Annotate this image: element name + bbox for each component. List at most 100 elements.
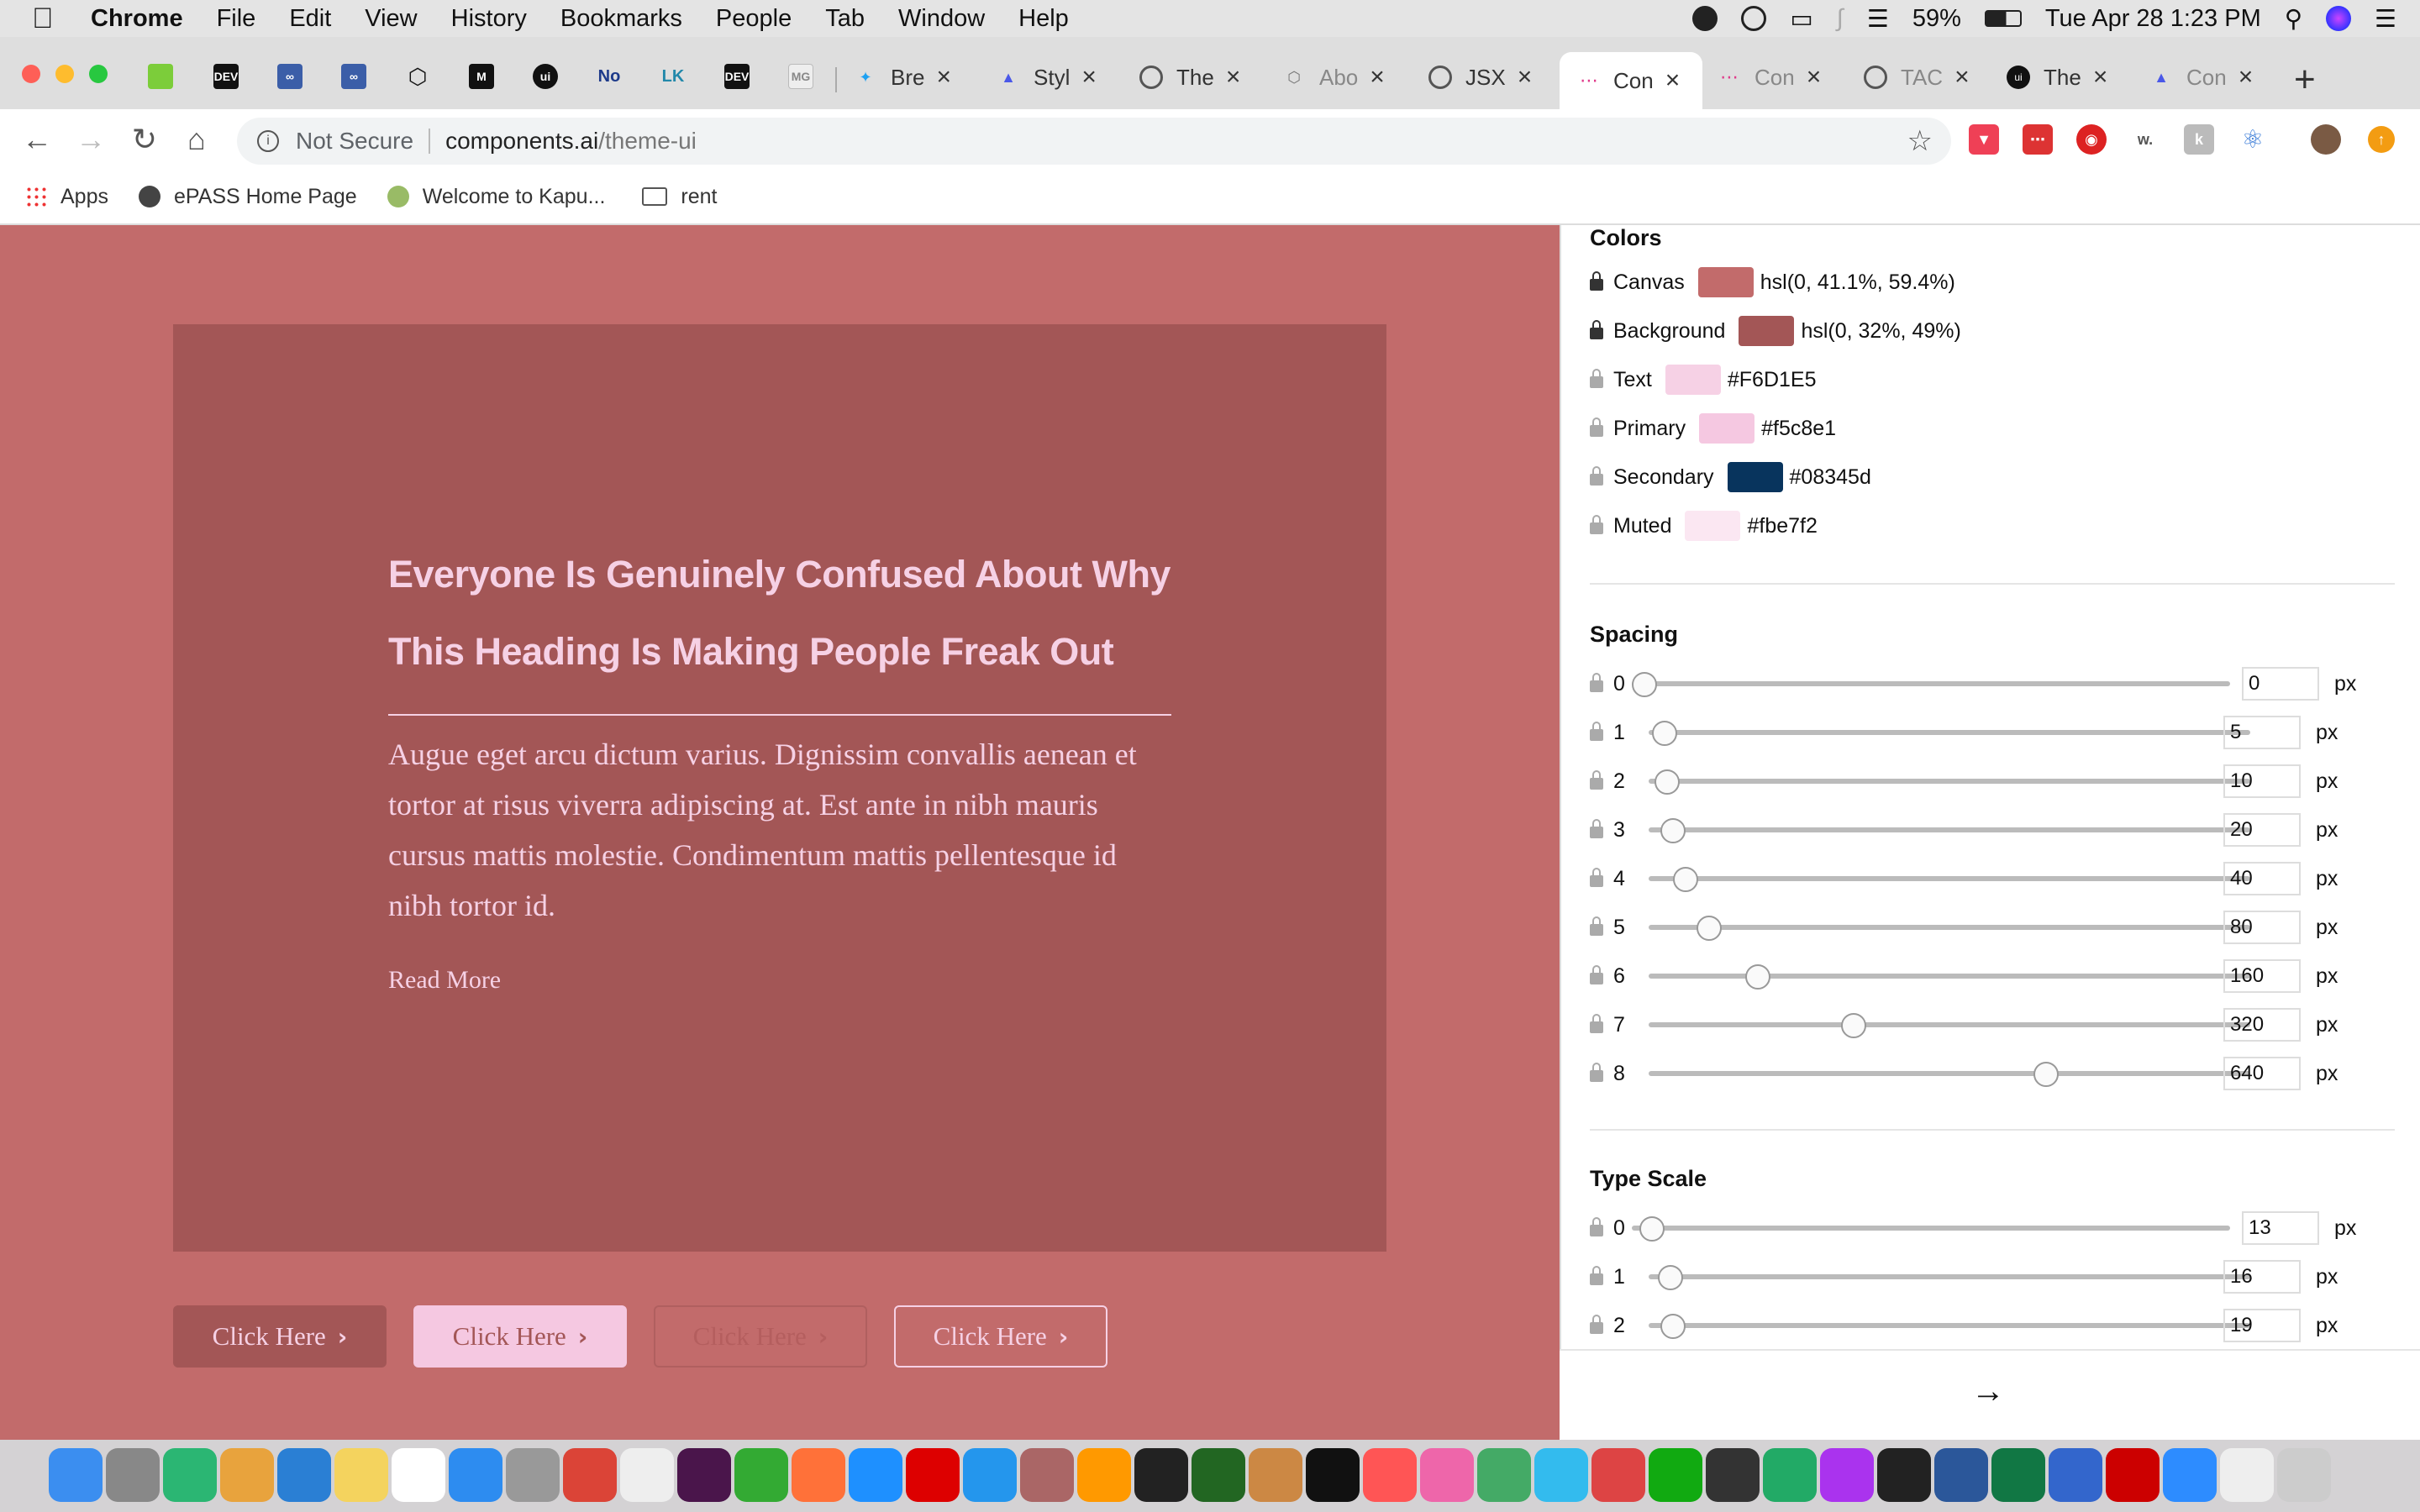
dock-app-icon[interactable] <box>1192 1448 1245 1502</box>
slider-track[interactable] <box>1649 730 2250 735</box>
lock-open-icon[interactable] <box>1590 965 1603 984</box>
slider-thumb[interactable] <box>1639 1216 1665 1242</box>
menu-file[interactable]: File <box>217 5 256 33</box>
slider-track[interactable] <box>1649 974 2250 979</box>
tab-close-icon[interactable]: × <box>2093 63 2108 92</box>
dock-app-icon[interactable] <box>106 1448 160 1502</box>
info-icon[interactable]: i <box>257 130 279 152</box>
tab-con-triangle[interactable]: ▲ Con × <box>2149 60 2275 94</box>
bookmark-apps[interactable]: Apps <box>25 185 108 209</box>
color-swatch[interactable] <box>1685 511 1741 541</box>
dock-app-icon[interactable] <box>1134 1448 1188 1502</box>
tab-close-icon[interactable]: × <box>1226 63 1241 92</box>
dock-app-icon[interactable] <box>1649 1448 1702 1502</box>
slider-thumb[interactable] <box>1744 964 1770 990</box>
dock-app-icon[interactable] <box>1077 1448 1131 1502</box>
window-close-button[interactable] <box>22 65 40 83</box>
notification-center-icon[interactable]: ☰ <box>2375 4 2396 34</box>
pinned-tab-lk-icon[interactable]: LK <box>660 64 686 89</box>
tab-tac[interactable]: TAC × <box>1864 60 1990 94</box>
slider-track[interactable] <box>1649 876 2250 881</box>
slider-thumb[interactable] <box>1672 867 1698 892</box>
creative-cloud-icon[interactable] <box>1692 6 1718 31</box>
color-row-secondary[interactable]: Secondary #08345d <box>1590 460 1871 494</box>
pocket-extension-icon[interactable]: ▼ <box>1969 124 1999 155</box>
lock-open-icon[interactable] <box>1590 1315 1603 1334</box>
pinned-tab-infinity-icon[interactable]: ∞ <box>277 64 302 89</box>
lock-open-icon[interactable] <box>1590 1063 1603 1082</box>
lock-icon[interactable] <box>1590 320 1603 339</box>
slider-track[interactable] <box>1649 1274 2250 1279</box>
k-extension-icon[interactable]: k <box>2184 124 2214 155</box>
menu-history[interactable]: History <box>451 5 527 33</box>
dock-app-icon[interactable] <box>563 1448 617 1502</box>
lock-open-icon[interactable] <box>1590 1014 1603 1033</box>
new-tab-plus-icon[interactable]: + <box>2294 59 2316 101</box>
slider-track[interactable] <box>1649 1323 2250 1328</box>
lock-open-icon[interactable] <box>1590 369 1603 388</box>
color-swatch[interactable] <box>1727 462 1783 492</box>
apple-menu-icon[interactable]:  <box>32 3 66 35</box>
menu-bookmarks[interactable]: Bookmarks <box>560 5 682 33</box>
slider-thumb[interactable] <box>1651 721 1677 746</box>
lock-open-icon[interactable] <box>1590 868 1603 887</box>
w-extension-icon[interactable]: w. <box>2130 124 2160 155</box>
battery-percent[interactable]: 59% <box>1912 5 1961 33</box>
menu-people[interactable]: People <box>716 5 792 33</box>
dock-app-icon[interactable] <box>1477 1448 1531 1502</box>
click-here-button-muted[interactable]: Click Here › <box>654 1305 867 1368</box>
tab-about[interactable]: ⬡ Abo × <box>1282 60 1408 94</box>
dock-app-icon[interactable] <box>2106 1448 2160 1502</box>
update-icon[interactable]: ↑ <box>2368 126 2395 153</box>
react-devtools-icon[interactable]: ⚛ <box>2238 124 2268 155</box>
slider-track[interactable] <box>1649 779 2250 784</box>
next-arrow-icon[interactable]: → <box>1971 1373 2005 1410</box>
lastpass-extension-icon[interactable]: ◉ <box>2076 124 2107 155</box>
dock-app-icon[interactable] <box>963 1448 1017 1502</box>
lock-open-icon[interactable] <box>1590 722 1603 741</box>
color-swatch[interactable] <box>1665 365 1721 395</box>
number-input[interactable]: 80 <box>2223 911 2301 944</box>
bookmark-epass[interactable]: ePASS Home Page <box>138 185 357 209</box>
pinned-tab-infinity-icon-2[interactable]: ∞ <box>341 64 366 89</box>
color-row-muted[interactable]: Muted #fbe7f2 <box>1590 509 1818 543</box>
tab-jsx[interactable]: JSX × <box>1428 60 1555 94</box>
menu-help[interactable]: Help <box>1018 5 1069 33</box>
color-row-primary[interactable]: Primary #f5c8e1 <box>1590 412 1836 445</box>
dock-app-icon[interactable] <box>392 1448 445 1502</box>
dock-app-icon[interactable] <box>163 1448 217 1502</box>
slider-thumb[interactable] <box>1632 672 1657 697</box>
dock-app-icon[interactable] <box>1249 1448 1302 1502</box>
color-swatch[interactable] <box>1699 413 1755 444</box>
window-minimize-button[interactable] <box>55 65 74 83</box>
tab-close-icon[interactable]: × <box>1954 63 1970 92</box>
number-input[interactable]: 19 <box>2223 1309 2301 1342</box>
tab-twitter[interactable]: ✦ Bre × <box>854 60 980 94</box>
slider-track[interactable] <box>1632 1226 2230 1231</box>
address-bar[interactable]: i Not Secure components.ai/theme-ui ☆ <box>237 118 1951 165</box>
color-row-background[interactable]: Background hsl(0, 32%, 49%) <box>1590 314 1961 348</box>
clock[interactable]: Tue Apr 28 1:23 PM <box>2045 5 2261 33</box>
menu-edit[interactable]: Edit <box>289 5 331 33</box>
bookmark-kapu[interactable]: Welcome to Kapu... <box>387 185 605 209</box>
number-input[interactable]: 10 <box>2223 764 2301 798</box>
tab-close-icon[interactable]: × <box>1807 63 1822 92</box>
tab-close-icon[interactable]: × <box>936 63 951 92</box>
dock-app-icon[interactable] <box>1306 1448 1360 1502</box>
lock-open-icon[interactable] <box>1590 466 1603 486</box>
number-input[interactable]: 5 <box>2223 716 2301 749</box>
wifi-icon[interactable]: ☰ <box>1867 4 1889 34</box>
dock-app-icon[interactable] <box>1877 1448 1931 1502</box>
dock-app-icon[interactable] <box>1820 1448 1874 1502</box>
slider-thumb[interactable] <box>1655 769 1681 795</box>
reload-icon[interactable]: ↻ <box>124 119 165 160</box>
number-input[interactable]: 20 <box>2223 813 2301 847</box>
url-text[interactable]: components.ai/theme-ui <box>445 128 697 155</box>
slider-track[interactable] <box>1649 1022 2250 1027</box>
spotlight-search-icon[interactable]: ⚲ <box>2285 4 2302 34</box>
window-zoom-button[interactable] <box>89 65 108 83</box>
click-here-button-outline[interactable]: Click Here › <box>894 1305 1107 1368</box>
dock-app-icon[interactable] <box>2049 1448 2102 1502</box>
tab-close-icon[interactable]: × <box>2238 63 2254 92</box>
slider-thumb[interactable] <box>1658 1265 1684 1290</box>
